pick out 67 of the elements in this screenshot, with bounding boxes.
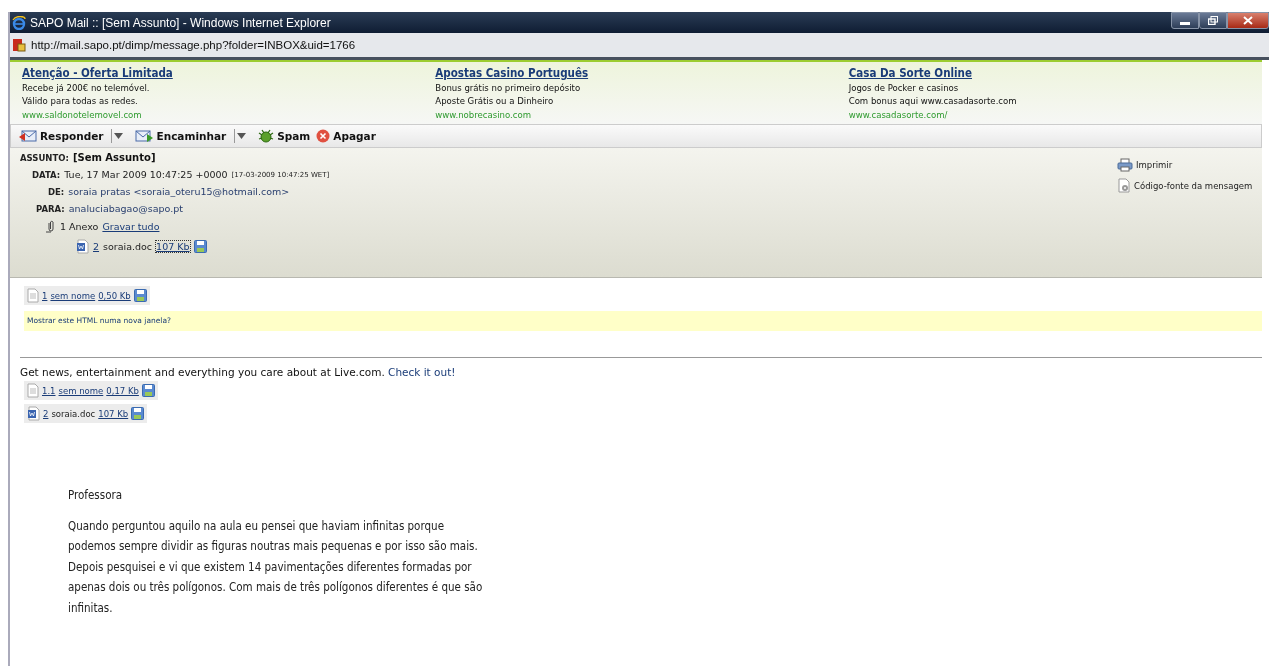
save-all-link[interactable]: Gravar tudo: [102, 221, 160, 232]
attachment-name: soraia.doc: [103, 241, 153, 252]
ad-text: Bonus grátis no primeiro depósito: [435, 80, 582, 94]
attachment-number-link[interactable]: 2: [93, 241, 100, 252]
ad-title-link[interactable]: Casa Da Sorte Online: [848, 67, 972, 81]
ad-url[interactable]: www.casadasorte.com/: [848, 107, 1262, 121]
ad-title-link[interactable]: Apostas Casino Português: [435, 67, 589, 81]
bug-icon: [258, 129, 275, 143]
printer-icon: [1117, 158, 1133, 172]
attachment-count: 1 Anexo: [60, 221, 99, 232]
page-icon: [12, 38, 26, 52]
ad-text: Válido para todas as redes.: [22, 94, 139, 108]
recipient-address[interactable]: analuciabagao@sapo.pt: [68, 203, 183, 214]
part-name-link[interactable]: sem nome: [58, 385, 104, 396]
ad-text: Jogos de Pocker e casinos: [848, 80, 960, 94]
message-paragraph: Professora: [68, 487, 124, 504]
part-name-link[interactable]: sem nome: [50, 290, 96, 301]
field-label: DATA:: [32, 169, 61, 180]
toolbar-button[interactable]: Apagar: [316, 129, 376, 143]
caret-icon: [237, 133, 247, 139]
subject-text: [Sem Assunto]: [72, 152, 156, 163]
toolbar-button[interactable]: Responder: [19, 129, 104, 143]
part-number-link[interactable]: 2: [43, 408, 49, 419]
sender-address[interactable]: soraia pratas <soraia_oteru15@hotmail.com>: [68, 186, 290, 197]
ad-title-link[interactable]: Atenção - Oferta Limitada: [22, 67, 173, 81]
window-title: SAPO Mail :: [Sem Assunto] - Windows Internet Explorer: [30, 15, 331, 30]
header-action-link[interactable]: Código-fonte da mensagem: [1117, 178, 1262, 193]
footer-text: Get news, entertainment and everything you care about at Live.com. Check it out!: [20, 366, 457, 378]
browser-logo-icon: [12, 15, 26, 30]
part-number-link[interactable]: 1: [42, 290, 48, 301]
toolbar-button[interactable]: Encaminhar: [135, 129, 227, 143]
field-label: ASSUNTO:: [20, 152, 69, 163]
close-circle-icon: [316, 129, 331, 143]
save-button[interactable]: [141, 384, 155, 397]
ad-text: Aposte Grátis ou a Dinheiro: [435, 94, 555, 108]
document-icon: [27, 288, 39, 303]
address-url[interactable]: http://mail.sapo.pt/dimp/message.php?folder=INBOX&uid=1766: [31, 39, 356, 51]
close-icon: [1243, 16, 1253, 25]
save-button[interactable]: [133, 289, 147, 302]
word-document-icon: [76, 239, 89, 254]
attachment-size-link[interactable]: 107 Kb: [156, 241, 190, 252]
restore-icon: [1208, 16, 1218, 25]
ad-text: Recebe já 200€ no telemóvel.: [22, 80, 151, 94]
restore-button[interactable]: [1199, 12, 1227, 29]
check-it-out-link[interactable]: Check it out!: [388, 366, 456, 378]
part-name: soraia.doc: [51, 408, 96, 419]
toolbar-button[interactable]: Spam: [258, 129, 311, 143]
part-size-link[interactable]: 0,17 Kb: [106, 385, 139, 396]
document-gear-icon: [1117, 178, 1131, 193]
paperclip-icon: [46, 220, 56, 233]
save-button[interactable]: [193, 240, 207, 253]
ad-url[interactable]: www.nobrecasino.com: [435, 107, 849, 121]
field-label: DE:: [48, 186, 65, 197]
caret-icon: [114, 133, 124, 139]
save-button[interactable]: [131, 407, 145, 420]
part-size-link[interactable]: 0,50 Kb: [98, 290, 131, 301]
field-label: PARA:: [36, 203, 65, 214]
minimize-button[interactable]: [1171, 12, 1199, 29]
document-icon: [27, 383, 39, 398]
message-paragraph: Quando perguntou aquilo na aula eu pensei que haviam infinitas porque podemos sempre dividir as figuras noutras mais pequenas e por isso são mais. Depois pesquisei e vi que existem 14 pavimentações diferentes formadas por apenas dois ou três polígonos. Com mais de três polígonos diferentes é que são infinitas.: [68, 517, 483, 617]
part-number-link[interactable]: 1.1: [42, 385, 56, 396]
part-size-link[interactable]: 107 Kb: [98, 408, 129, 419]
word-document-icon: [27, 406, 40, 421]
ad-text: Com bonus aqui www.casadasorte.com: [848, 94, 1018, 108]
close-button[interactable]: [1227, 12, 1269, 29]
date-text: Tue, 17 Mar 2009 10:47:25 +0000: [64, 169, 228, 180]
header-action-link[interactable]: Imprimir: [1117, 158, 1262, 172]
